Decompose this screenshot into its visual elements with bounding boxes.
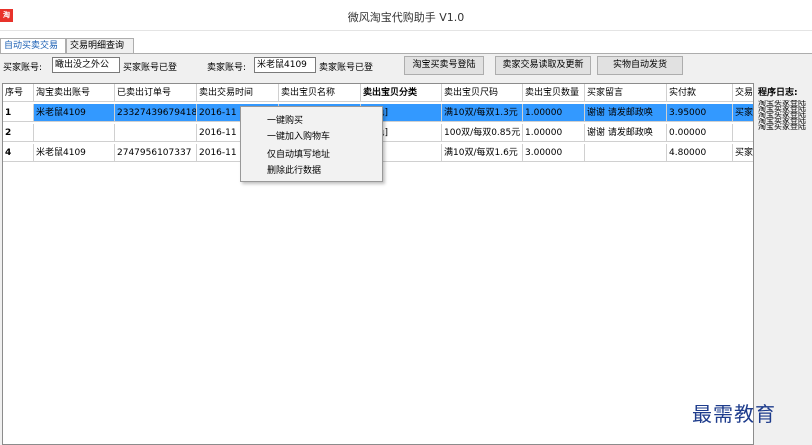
col-header[interactable]: 实付款 — [667, 84, 733, 102]
table-cell[interactable]: 2 — [3, 124, 34, 142]
col-header[interactable]: 淘宝卖出账号 — [34, 84, 115, 102]
col-header[interactable]: 序号 — [3, 84, 34, 102]
main-panel: 买家账号: 瞰出没之外公 买家账号已登 卖家账号: 米老鼠4109 卖家账号已登… — [0, 53, 812, 445]
table-cell[interactable]: 米老鼠4109 — [34, 104, 115, 122]
buyer-status-text: 买家账号已登 — [123, 63, 178, 73]
table-cell[interactable]: 买家 — [733, 104, 753, 122]
table-cell[interactable]: 0.00000 — [667, 124, 733, 142]
window-title: 微风淘宝代购助手 V1.0 — [347, 11, 465, 24]
table-cell[interactable]: 谢谢 请发邮政唤 — [585, 104, 667, 122]
col-header[interactable]: 已卖出订单号 — [115, 84, 197, 102]
table-cell[interactable]: 3.00000 — [523, 144, 585, 162]
menu-item-buy-now[interactable]: 一键购买 — [267, 113, 303, 126]
col-header[interactable]: 卖出宝贝数量 — [523, 84, 585, 102]
table-cell[interactable]: 1.00000 — [523, 104, 585, 122]
watermark-text: 最需教育 — [692, 402, 776, 426]
table-cell[interactable]: 3.95000 — [667, 104, 733, 122]
table-cell[interactable]: 23327439679418 — [115, 104, 197, 122]
col-header[interactable]: 卖出宝贝名称 — [279, 84, 361, 102]
table-cell[interactable]: 满10双/每双1.3元 — [442, 104, 523, 122]
table-cell[interactable]: 买家 — [733, 144, 753, 162]
taobao-login-button[interactable]: 淘宝买卖号登陆 — [404, 56, 484, 75]
table-cell[interactable]: 4.80000 — [667, 144, 733, 162]
menu-item-add-to-cart[interactable]: 一键加入购物车 — [267, 129, 330, 142]
table-cell[interactable]: 1.00000 — [523, 124, 585, 142]
tab-trade-details[interactable]: 交易明细查询 — [66, 38, 134, 53]
table-cell[interactable]: 2747956107337 — [115, 144, 197, 162]
table-cell[interactable] — [585, 144, 667, 162]
col-header[interactable]: 买家留言 — [585, 84, 667, 102]
tab-auto-trade[interactable]: 自动买卖交易 — [0, 38, 66, 54]
col-header[interactable]: 卖出宝贝分类 — [361, 84, 442, 102]
table-cell[interactable]: 100双/每双0.85元 — [442, 124, 523, 142]
auto-ship-button[interactable]: 实物自动发货 — [597, 56, 683, 75]
col-header[interactable]: 卖出交易时间 — [197, 84, 279, 102]
table-cell[interactable] — [115, 124, 197, 142]
table-cell[interactable]: 满10双/每双1.6元 — [442, 144, 523, 162]
program-log-panel: 程序日志: 淘宝买家登陆 淘宝卖家登陆 淘宝买家登陆 淘宝卖家登陆 淘宝买家登陆 — [754, 83, 812, 443]
table-header: 序号 淘宝卖出账号 已卖出订单号 卖出交易时间 卖出宝贝名称 卖出宝贝分类 卖出… — [3, 84, 753, 102]
menu-item-fill-address[interactable]: 仅自动填写地址 — [267, 147, 330, 160]
table-cell[interactable]: 4 — [3, 144, 34, 162]
table-cell[interactable] — [34, 124, 115, 142]
table-cell[interactable] — [733, 124, 753, 142]
table-cell[interactable]: 米老鼠4109 — [34, 144, 115, 162]
seller-status-text: 卖家账号已登 — [319, 63, 374, 73]
table-cell[interactable]: 谢谢 请发邮政唤 — [585, 124, 667, 142]
seller-read-update-button[interactable]: 卖家交易读取及更新 — [495, 56, 591, 75]
menu-item-delete-row[interactable]: 删除此行数据 — [267, 163, 321, 176]
col-header[interactable]: 交易 — [733, 84, 753, 102]
seller-account-input[interactable]: 米老鼠4109 — [254, 57, 316, 73]
buyer-account-input[interactable]: 瞰出没之外公 — [52, 57, 120, 73]
context-menu: 一键购买 一键加入购物车 仅自动填写地址 删除此行数据 — [240, 106, 383, 182]
log-line: 淘宝买家登陆 — [758, 124, 806, 130]
buyer-account-label: 买家账号: — [3, 63, 43, 73]
log-title: 程序日志: — [758, 88, 798, 98]
seller-account-label: 卖家账号: — [207, 63, 247, 73]
table-cell[interactable]: 1 — [3, 104, 34, 122]
col-header[interactable]: 卖出宝贝尺码 — [442, 84, 523, 102]
title-bar: 淘 微风淘宝代购助手 V1.0 — [0, 0, 812, 31]
